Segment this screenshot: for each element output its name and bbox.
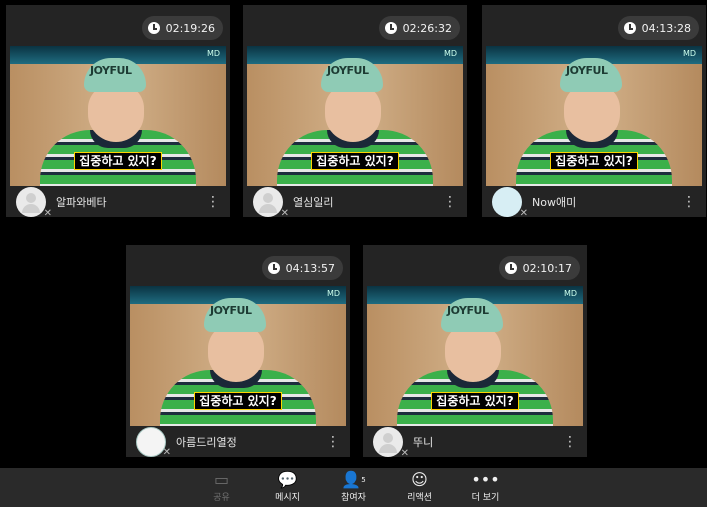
share-screen-icon: ▭: [213, 470, 230, 489]
clock-icon: [384, 22, 397, 34]
participant-name: 뚜니: [413, 435, 434, 449]
timer-value: 04:13:28: [641, 21, 691, 35]
clock-icon: [504, 262, 517, 274]
more-horizontal-icon: •••: [471, 470, 500, 489]
mic-off-icon: ✕: [43, 207, 52, 219]
more-vertical-icon[interactable]: ⋮: [682, 195, 696, 209]
avatar: ✕: [253, 186, 289, 219]
more-vertical-icon[interactable]: ⋮: [206, 195, 220, 209]
video-subtitle: 집중하고 있지?: [486, 152, 702, 170]
timer-value: 02:10:17: [522, 261, 572, 275]
video-subtitle: 집중하고 있지?: [247, 152, 463, 170]
mic-off-icon: ✕: [400, 447, 409, 459]
participant-tile[interactable]: 02:10:17 JOYFUL 집중하고 있지? ✕ 뚜니 ⋮: [363, 245, 587, 459]
study-timer: 04:13:57: [261, 256, 343, 280]
avatar: ✕: [136, 426, 171, 458]
avatar: ✕: [373, 426, 409, 459]
participants-count: 5: [361, 476, 366, 484]
tile-footer: ✕ Now애미 ⋮: [482, 186, 706, 219]
cap-text: JOYFUL: [90, 64, 132, 77]
chat-bubble-icon: 💬: [277, 470, 298, 489]
more-vertical-icon[interactable]: ⋮: [326, 435, 340, 449]
participant-name: 알파와베타: [56, 195, 107, 209]
mic-off-icon: ✕: [280, 207, 289, 219]
share-label: 공유: [213, 493, 230, 503]
message-label: 메시지: [275, 493, 300, 503]
participant-name: Now애미: [532, 195, 577, 209]
tile-footer: ✕ 열심일리 ⋮: [243, 186, 467, 219]
more-button[interactable]: ••• 더 보기: [467, 468, 505, 507]
smile-icon: ☺: [411, 470, 428, 489]
more-vertical-icon[interactable]: ⋮: [443, 195, 457, 209]
study-timer: 02:19:26: [141, 16, 223, 40]
participant-name: 아름드리열정: [176, 435, 237, 449]
participant-tile[interactable]: 02:19:26 JOYFUL 집중하고 있지? ✕ 알파와베타 ⋮: [6, 5, 230, 219]
cap-text: JOYFUL: [210, 304, 252, 317]
video-feed: JOYFUL 집중하고 있지?: [10, 46, 226, 186]
tile-footer: ✕ 뚜니 ⋮: [363, 426, 587, 459]
study-timer: 02:10:17: [498, 256, 580, 280]
video-feed: JOYFUL 집중하고 있지?: [130, 286, 346, 426]
video-subtitle: 집중하고 있지?: [130, 392, 346, 410]
video-feed: JOYFUL 집중하고 있지?: [367, 286, 583, 426]
cap-text: JOYFUL: [447, 304, 489, 317]
participants-button[interactable]: 👤5 참여자: [335, 468, 373, 507]
video-feed: JOYFUL 집중하고 있지?: [247, 46, 463, 186]
cap-text: JOYFUL: [327, 64, 369, 77]
avatar: ✕: [492, 186, 528, 219]
cap-text: JOYFUL: [566, 64, 608, 77]
clock-icon: [267, 262, 280, 274]
participant-name: 열심일리: [293, 195, 334, 209]
clock-icon: [623, 22, 636, 34]
mic-off-icon: ✕: [519, 207, 528, 219]
more-vertical-icon[interactable]: ⋮: [563, 435, 577, 449]
study-timer: 02:26:32: [378, 16, 460, 40]
video-subtitle: 집중하고 있지?: [367, 392, 583, 410]
participant-tile[interactable]: 04:13:57 JOYFUL 집중하고 있지? ✕ 아름드리열정 ⋮: [126, 245, 350, 458]
share-button[interactable]: ▭ 공유: [203, 468, 241, 507]
participants-label: 참여자: [341, 493, 366, 503]
timer-value: 02:19:26: [165, 21, 215, 35]
avatar: ✕: [16, 186, 52, 219]
timer-value: 02:26:32: [402, 21, 452, 35]
person-icon: 👤5: [341, 470, 366, 489]
video-feed: JOYFUL 집중하고 있지?: [486, 46, 702, 186]
study-timer: 04:13:28: [617, 16, 699, 40]
participant-tile[interactable]: 04:13:28 JOYFUL 집중하고 있지? ✕ Now애미 ⋮: [482, 5, 706, 219]
participant-tile[interactable]: 02:26:32 JOYFUL 집중하고 있지? ✕ 열심일리 ⋮: [243, 5, 467, 219]
bottom-toolbar: ▭ 공유 💬 메시지 👤5 참여자 ☺ 리액션 ••• 더 보기: [0, 468, 707, 507]
tile-footer: ✕ 알파와베타 ⋮: [6, 186, 230, 219]
more-label: 더 보기: [471, 493, 500, 503]
message-button[interactable]: 💬 메시지: [269, 468, 307, 507]
video-subtitle: 집중하고 있지?: [10, 152, 226, 170]
mic-off-icon: ✕: [162, 446, 171, 458]
reaction-label: 리액션: [407, 493, 432, 503]
timer-value: 04:13:57: [285, 261, 335, 275]
reaction-button[interactable]: ☺ 리액션: [401, 468, 439, 507]
tile-footer: ✕ 아름드리열정 ⋮: [126, 426, 350, 458]
clock-icon: [147, 22, 160, 34]
